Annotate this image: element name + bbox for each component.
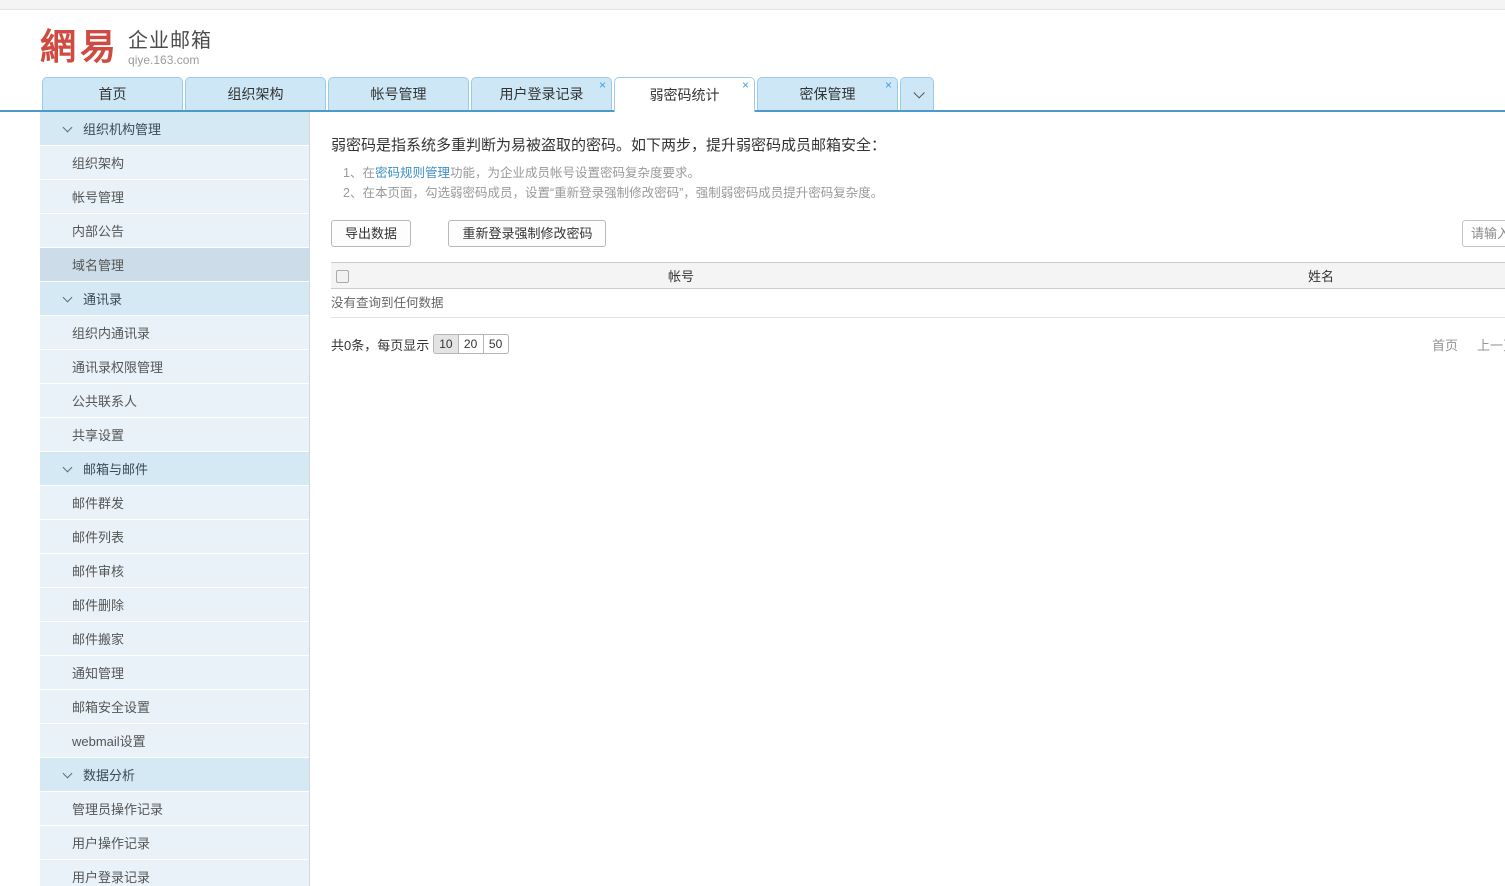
select-all-checkbox[interactable] [336, 270, 349, 283]
tab-org-structure[interactable]: 组织架构 [185, 77, 326, 110]
product-domain: qiye.163.com [128, 53, 212, 67]
chevron-down-icon [63, 122, 73, 132]
sidebar-item-notification-management[interactable]: 通知管理 [40, 656, 309, 689]
sidebar-section-org-management[interactable]: 组织机构管理 [40, 112, 309, 145]
netease-logo: 網易 [40, 27, 120, 67]
pagination: 共0条，每页显示 10 20 50 首页 上一页 [331, 333, 1505, 355]
search-input[interactable] [1462, 220, 1505, 247]
sidebar-item-webmail-settings[interactable]: webmail设置 [40, 724, 309, 757]
tab-label: 帐号管理 [371, 86, 427, 102]
sidebar-section-data-analysis[interactable]: 数据分析 [40, 758, 309, 791]
toolbar: 导出数据 重新登录强制修改密码 [331, 220, 1505, 247]
section-label: 组织机构管理 [83, 119, 161, 138]
chevron-down-icon [913, 87, 924, 98]
sidebar-item-contacts-permissions[interactable]: 通讯录权限管理 [40, 350, 309, 383]
section-label: 数据分析 [83, 765, 135, 784]
tab-account-management[interactable]: 帐号管理 [328, 77, 469, 110]
main-content: 弱密码是指系统多重判断为易被盗取的密码。如下两步，提升弱密码成员邮箱安全： 1、… [310, 112, 1505, 886]
sidebar-item-account-management[interactable]: 帐号管理 [40, 180, 309, 213]
sidebar: 组织机构管理 组织架构 帐号管理 内部公告 域名管理 通讯录 组织内通讯录 通讯… [40, 112, 310, 886]
weak-password-table: 帐号 姓名 没有查询到任何数据 [331, 262, 1505, 318]
page-size-20-button[interactable]: 20 [459, 334, 484, 354]
tab-user-login-records[interactable]: 用户登录记录 × [471, 77, 612, 110]
tab-weak-password-stats[interactable]: 弱密码统计 × [614, 77, 755, 112]
sidebar-item-org-contacts[interactable]: 组织内通讯录 [40, 316, 309, 349]
sidebar-section-contacts[interactable]: 通讯录 [40, 282, 309, 315]
chevron-down-icon [63, 462, 73, 472]
sidebar-item-user-operation-records[interactable]: 用户操作记录 [40, 826, 309, 859]
pagination-total-text: 共0条，每页显示 [331, 335, 429, 354]
intro-step-2: 2、在本页面，勾选弱密码成员，设置“重新登录强制修改密码”，强制弱密码成员提升密… [331, 183, 1505, 203]
page-size-10-button[interactable]: 10 [433, 334, 458, 354]
tab-label: 首页 [99, 86, 127, 102]
tab-label: 密保管理 [800, 86, 856, 102]
column-header-name: 姓名 [1001, 266, 1505, 285]
step1-prefix: 1、在 [343, 166, 375, 180]
tab-bar: 首页 组织架构 帐号管理 用户登录记录 × 弱密码统计 × 密保管理 × [0, 77, 1505, 112]
sidebar-item-mail-delete[interactable]: 邮件删除 [40, 588, 309, 621]
sidebar-item-share-settings[interactable]: 共享设置 [40, 418, 309, 451]
tab-overflow-menu[interactable] [900, 77, 934, 110]
close-icon[interactable]: × [742, 78, 749, 92]
sidebar-item-mass-mail[interactable]: 邮件群发 [40, 486, 309, 519]
product-name: 企业邮箱 [128, 29, 212, 53]
section-label: 通讯录 [83, 289, 122, 308]
tab-security-management[interactable]: 密保管理 × [757, 77, 898, 110]
page-size-50-button[interactable]: 50 [484, 334, 509, 354]
tab-label: 组织架构 [228, 86, 284, 102]
chevron-down-icon [63, 768, 73, 778]
sidebar-item-mail-list[interactable]: 邮件列表 [40, 520, 309, 553]
tab-label: 用户登录记录 [500, 86, 584, 102]
sidebar-item-user-login-records[interactable]: 用户登录记录 [40, 860, 309, 886]
sidebar-item-mail-migration[interactable]: 邮件搬家 [40, 622, 309, 655]
column-header-account: 帐号 [361, 266, 1001, 285]
page-size-group: 10 20 50 [433, 334, 508, 354]
section-label: 邮箱与邮件 [83, 459, 148, 478]
table-header-row: 帐号 姓名 [331, 262, 1505, 289]
app-header: 網易 企业邮箱 qiye.163.com [0, 10, 1505, 77]
header-checkbox-cell [331, 268, 361, 283]
page-title: 弱密码是指系统多重判断为易被盗取的密码。如下两步，提升弱密码成员邮箱安全： [331, 134, 1505, 155]
table-empty-message: 没有查询到任何数据 [331, 289, 1505, 318]
sidebar-item-public-contacts[interactable]: 公共联系人 [40, 384, 309, 417]
sidebar-item-domain-management[interactable]: 域名管理 [40, 248, 309, 281]
pager-links: 首页 上一页 [1432, 335, 1505, 354]
password-rule-management-link[interactable]: 密码规则管理 [375, 166, 450, 180]
sidebar-item-internal-announcement[interactable]: 内部公告 [40, 214, 309, 247]
export-data-button[interactable]: 导出数据 [331, 220, 411, 247]
chevron-down-icon [63, 292, 73, 302]
force-password-reset-button[interactable]: 重新登录强制修改密码 [448, 220, 606, 247]
prev-page-link[interactable]: 上一页 [1477, 338, 1505, 353]
step1-suffix: 功能，为企业成员帐号设置密码复杂度要求。 [450, 166, 700, 180]
tab-home[interactable]: 首页 [42, 77, 183, 110]
sidebar-item-mail-review[interactable]: 邮件审核 [40, 554, 309, 587]
close-icon[interactable]: × [885, 78, 892, 92]
sidebar-item-mailbox-security-settings[interactable]: 邮箱安全设置 [40, 690, 309, 723]
brand-logo: 網易 企业邮箱 qiye.163.com [40, 27, 212, 67]
sidebar-item-org-structure[interactable]: 组织架构 [40, 146, 309, 179]
first-page-link[interactable]: 首页 [1432, 338, 1458, 353]
close-icon[interactable]: × [599, 78, 606, 92]
tab-label: 弱密码统计 [650, 87, 720, 103]
sidebar-section-mailbox-mail[interactable]: 邮箱与邮件 [40, 452, 309, 485]
browser-top-strip [0, 0, 1505, 10]
intro-step-1: 1、在密码规则管理功能，为企业成员帐号设置密码复杂度要求。 [331, 163, 1505, 183]
sidebar-item-admin-operation-records[interactable]: 管理员操作记录 [40, 792, 309, 825]
